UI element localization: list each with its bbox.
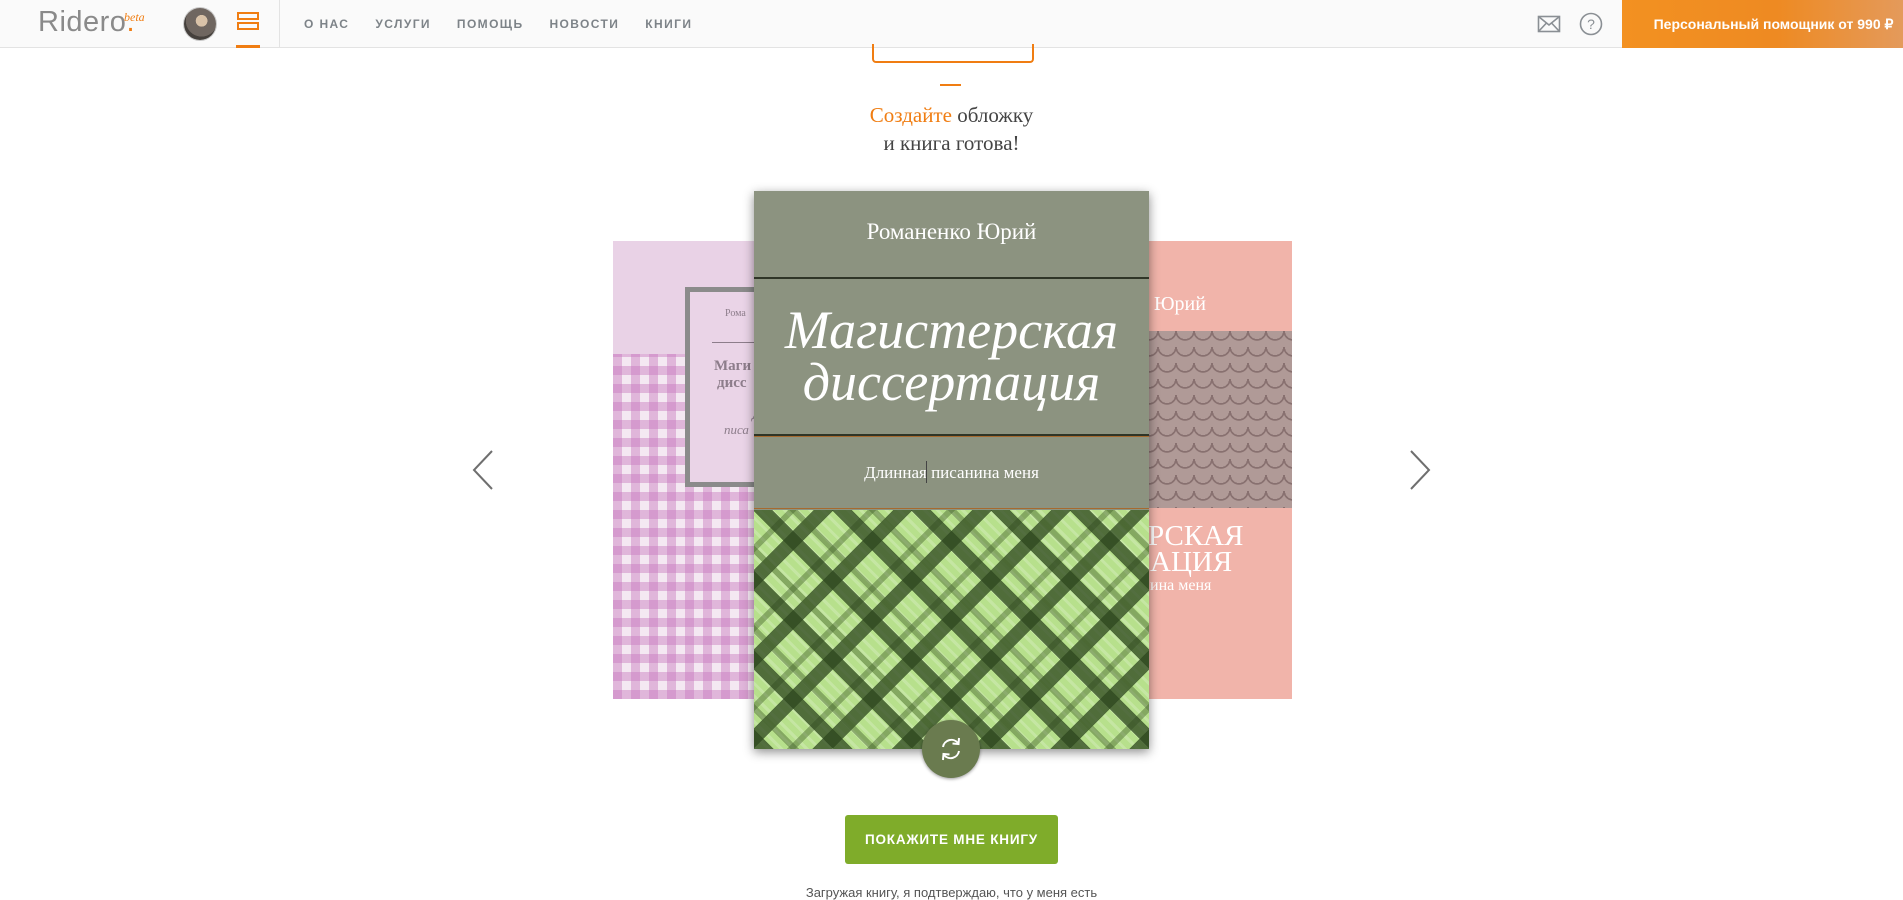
cover-rule-bottom: [754, 508, 1149, 509]
headline-rest: обложку: [951, 103, 1034, 127]
left-cover-author: Рома: [725, 308, 746, 319]
cover-author[interactable]: Романенко Юрий: [754, 219, 1149, 245]
personal-assistant-promo[interactable]: Персональный помощник от 990 ₽: [1622, 0, 1903, 48]
cover-title-line-1: Магистерская: [784, 300, 1119, 360]
text-cursor: [926, 461, 927, 483]
chevron-right-icon[interactable]: [1407, 449, 1433, 496]
cover-rule-middle-accent: [754, 436, 1149, 437]
nav-books[interactable]: КНИГИ: [645, 17, 692, 31]
cover-variant-right[interactable]: Юрий РСКАЯ АЦИЯ ина меня: [1140, 241, 1292, 699]
terms-notice: Загружая книгу, я подтверждаю, что у мен…: [805, 885, 1098, 900]
cover-frame: Рома Маги дисс Д писа: [685, 287, 756, 487]
help-icon[interactable]: ?: [1579, 12, 1603, 41]
scale-pattern: [1140, 331, 1292, 508]
left-cover-rule: [712, 342, 756, 343]
nav-help[interactable]: ПОМОЩЬ: [457, 17, 524, 31]
menu-icon[interactable]: [236, 0, 260, 48]
left-cover-subtitle-2: писа: [724, 422, 749, 437]
mail-icon[interactable]: [1537, 12, 1561, 41]
nav-news[interactable]: НОВОСТИ: [549, 17, 619, 31]
cover-rule-top: [754, 277, 1149, 279]
upload-button-fragment[interactable]: [872, 44, 1034, 63]
left-cover-title-1: Маги: [714, 358, 752, 374]
book-cover-preview[interactable]: Романенко Юрий Магистерская диссертация …: [754, 191, 1149, 749]
headline-line-1: Создайте обложку: [0, 103, 1903, 128]
orange-divider: [940, 84, 961, 86]
cover-subtitle[interactable]: Длинная писанина меня: [754, 463, 1149, 483]
plaid-pattern: [754, 510, 1149, 749]
svg-text:?: ?: [1587, 16, 1595, 32]
left-cover-title-2: дисс: [717, 375, 747, 391]
cover-title[interactable]: Магистерская диссертация: [754, 300, 1149, 412]
avatar[interactable]: [184, 8, 216, 40]
header-divider: [279, 0, 280, 48]
right-cover-author: Юрий: [1154, 293, 1206, 315]
nav-services[interactable]: УСЛУГИ: [375, 17, 431, 31]
nav-about[interactable]: О НАС: [304, 17, 349, 31]
chevron-left-icon[interactable]: [470, 449, 496, 496]
regenerate-cover-button[interactable]: [922, 720, 980, 778]
headline-line-2: и книга готова!: [883, 131, 1020, 155]
beta-badge: beta: [124, 10, 145, 24]
ridero-logo[interactable]: Ridero.: [38, 6, 135, 39]
cover-variant-left[interactable]: Рома Маги дисс Д писа: [613, 241, 756, 699]
right-cover-subtitle: ина меня: [1150, 577, 1212, 594]
top-header: Ridero. beta О НАС УСЛУГИ ПОМОЩЬ НОВОСТИ…: [0, 0, 1903, 48]
headline-accent: Создайте: [869, 103, 952, 127]
show-me-book-button[interactable]: ПОКАЖИТЕ МНЕ КНИГУ: [845, 815, 1058, 864]
main-nav: О НАС УСЛУГИ ПОМОЩЬ НОВОСТИ КНИГИ: [304, 0, 718, 48]
cover-title-line-2: диссертация: [802, 352, 1101, 412]
logo-text: Ridero: [38, 6, 127, 38]
refresh-icon: [942, 737, 960, 761]
right-cover-title-2: АЦИЯ: [1150, 546, 1233, 578]
